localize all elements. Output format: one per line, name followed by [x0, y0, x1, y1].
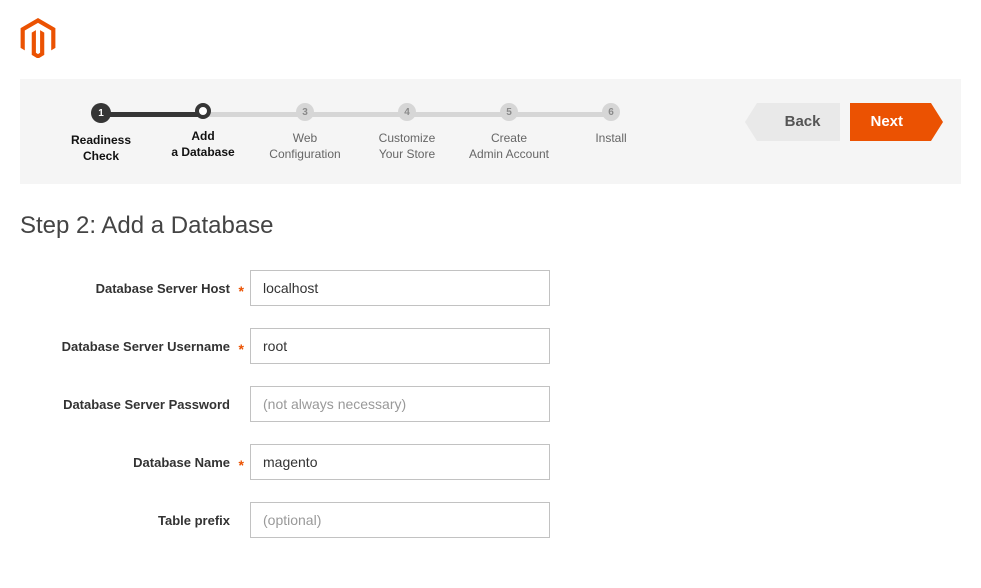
- step-circle-5: 5: [500, 103, 518, 121]
- label-db-name: Database Name: [20, 455, 250, 470]
- form-row-user: Database Server Username: [20, 328, 961, 364]
- step-label-2: Add a Database: [171, 129, 234, 160]
- step-circle-4: 4: [398, 103, 416, 121]
- back-button[interactable]: Back: [757, 103, 841, 141]
- step-connector: [203, 112, 305, 117]
- magento-logo-icon: [20, 45, 56, 61]
- step-label-3: Web Configuration: [269, 131, 340, 162]
- input-db-host[interactable]: [250, 270, 550, 306]
- nav-buttons: Back Next: [757, 103, 931, 141]
- step-circle-2: 2: [195, 103, 211, 119]
- step-label-5: Create Admin Account: [469, 131, 549, 162]
- page-title: Step 2: Add a Database: [20, 212, 961, 240]
- wizard-progress-bar: 1 Readiness Check 2 Add a Database 3 Web Conf…: [20, 79, 961, 184]
- label-table-prefix: Table prefix: [20, 513, 250, 528]
- label-db-host: Database Server Host: [20, 281, 250, 296]
- step-label-6: Install: [595, 131, 626, 147]
- step-label-4: Customize Your Store: [379, 131, 436, 162]
- form-row-password: Database Server Password: [20, 386, 961, 422]
- input-db-name[interactable]: [250, 444, 550, 480]
- header: [0, 0, 981, 79]
- input-db-password[interactable]: [250, 386, 550, 422]
- step-connector: [407, 112, 509, 117]
- content-area: Step 2: Add a Database Database Server H…: [0, 184, 981, 588]
- label-db-password: Database Server Password: [20, 397, 250, 412]
- form-row-host: Database Server Host: [20, 270, 961, 306]
- step-connector: [305, 112, 407, 117]
- input-db-user[interactable]: [250, 328, 550, 364]
- step-connector: [101, 112, 203, 117]
- step-label-1: Readiness Check: [71, 133, 131, 164]
- step-circle-1: 1: [91, 103, 111, 123]
- form-row-prefix: Table prefix: [20, 502, 961, 538]
- form-row-dbname: Database Name: [20, 444, 961, 480]
- step-connector: [509, 112, 611, 117]
- step-6[interactable]: 6 Install: [560, 103, 662, 147]
- step-1[interactable]: 1 Readiness Check: [50, 103, 152, 164]
- next-button[interactable]: Next: [850, 103, 931, 141]
- step-circle-3: 3: [296, 103, 314, 121]
- steps-container: 1 Readiness Check 2 Add a Database 3 Web Conf…: [50, 103, 662, 164]
- input-table-prefix[interactable]: [250, 502, 550, 538]
- step-circle-6: 6: [602, 103, 620, 121]
- label-db-user: Database Server Username: [20, 339, 250, 354]
